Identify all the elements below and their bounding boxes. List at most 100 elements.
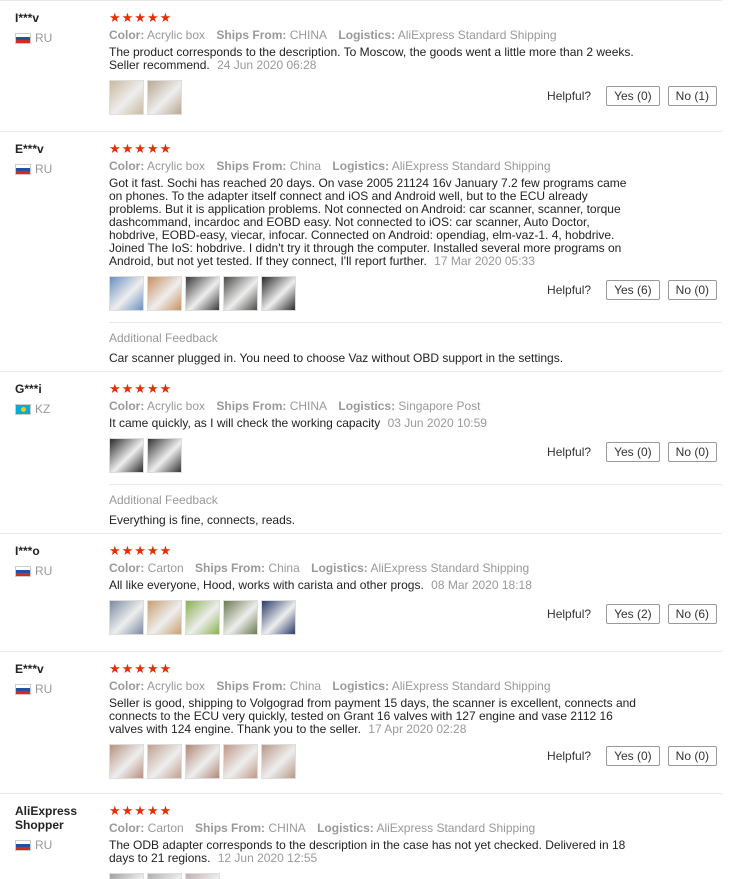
logistics-value: AliExpress Standard Shipping: [376, 821, 536, 835]
review-photo-thumbnail[interactable]: [185, 600, 220, 635]
review-text: The ODB adapter corresponds to the descr…: [109, 838, 626, 865]
logistics-label: Logistics:: [332, 679, 390, 693]
logistics-label: Logistics:: [311, 561, 368, 575]
review-photo-thumbnail[interactable]: [109, 80, 144, 115]
review-item: G***i KZ ★★★★★ Color: Acrylic box Ships …: [0, 372, 722, 534]
star-rating: ★★★★★: [109, 381, 173, 396]
reviewer-name: I***v: [15, 11, 40, 25]
review-text-block: The product corresponds to the descripti…: [109, 46, 639, 72]
ships-from-value: China: [289, 679, 322, 693]
helpful-label: Helpful?: [547, 89, 592, 103]
review-photo-thumbnail[interactable]: [185, 744, 220, 779]
color-value: Carton: [147, 821, 184, 835]
review-photo-thumbnail[interactable]: [109, 600, 144, 635]
helpful-yes-button[interactable]: Yes (0): [606, 746, 660, 766]
helpful-no-button[interactable]: No (6): [667, 604, 717, 624]
reviewer-country: RU: [15, 31, 95, 45]
helpful-no-button[interactable]: No (0): [667, 442, 717, 462]
review-photo-thumbnail[interactable]: [261, 744, 296, 779]
review-date: 08 Mar 2020 18:18: [431, 578, 532, 592]
review-photo-thumbnail[interactable]: [147, 438, 182, 473]
helpful-label: Helpful?: [547, 445, 592, 459]
helpful-yes-button[interactable]: Yes (2): [606, 604, 660, 624]
reviewer-country: RU: [15, 838, 95, 852]
helpful-yes-button[interactable]: Yes (0): [606, 86, 660, 106]
review-text-block: Seller is good, shipping to Volgograd fr…: [109, 697, 639, 736]
ships-from-label: Ships From:: [195, 561, 266, 575]
flag-ru-icon: [15, 163, 31, 175]
color-label: Color:: [109, 821, 145, 835]
helpful-yes-button[interactable]: Yes (0): [606, 442, 660, 462]
country-code: RU: [35, 162, 53, 176]
helpful-no-button[interactable]: No (0): [667, 280, 717, 300]
review-photo-thumbnail[interactable]: [223, 276, 258, 311]
reviewer-info: E***v RU: [15, 142, 95, 176]
ships-from-value: CHINA: [268, 821, 306, 835]
review-text-block: All like everyone, Hood, works with cari…: [109, 579, 639, 592]
logistics-value: AliExpress Standard Shipping: [370, 561, 530, 575]
flag-ru-icon: [15, 839, 31, 851]
review-photo-thumbnail[interactable]: [185, 873, 220, 879]
ships-from-label: Ships From:: [216, 399, 287, 413]
helpful-controls: Helpful? Yes (6) No (0): [547, 280, 717, 300]
helpful-controls: Helpful? Yes (0) No (0): [547, 442, 717, 462]
ships-from-value: China: [289, 159, 322, 173]
logistics-label: Logistics:: [332, 159, 390, 173]
logistics-value: AliExpress Standard Shipping: [391, 159, 551, 173]
helpful-controls: Helpful? Yes (2) No (6): [547, 604, 717, 624]
review-photo-thumbnail[interactable]: [223, 744, 258, 779]
review-text-block: The ODB adapter corresponds to the descr…: [109, 839, 639, 865]
review-meta: Color: Acrylic box Ships From: China Log…: [109, 679, 649, 693]
review-photo-thumbnail[interactable]: [109, 438, 144, 473]
flag-ru-icon: [15, 32, 31, 44]
review-photo-thumbnail[interactable]: [109, 744, 144, 779]
review-meta: Color: Carton Ships From: CHINA Logistic…: [109, 821, 649, 835]
review-text-block: Got it fast. Sochi has reached 20 days. …: [109, 177, 639, 268]
helpful-label: Helpful?: [547, 283, 592, 297]
review-text: It came quickly, as I will check the wor…: [109, 416, 381, 430]
logistics-label: Logistics:: [338, 28, 396, 42]
star-rating: ★★★★★: [109, 803, 173, 818]
ships-from-label: Ships From:: [216, 28, 287, 42]
ships-from-value: CHINA: [289, 399, 328, 413]
review-photo-thumbnail[interactable]: [147, 873, 182, 879]
color-value: Acrylic box: [147, 159, 206, 173]
star-rating: ★★★★★: [109, 543, 173, 558]
color-label: Color:: [109, 561, 145, 575]
review-meta: Color: Acrylic box Ships From: China Log…: [109, 159, 649, 173]
color-label: Color:: [109, 28, 145, 42]
review-meta: Color: Acrylic box Ships From: CHINA Log…: [109, 399, 649, 413]
review-photo-thumbnail[interactable]: [185, 276, 220, 311]
helpful-label: Helpful?: [547, 607, 592, 621]
star-rating: ★★★★★: [109, 10, 173, 25]
reviewer-name: AliExpress Shopper: [15, 804, 78, 832]
review-photo-thumbnail[interactable]: [261, 276, 296, 311]
review-photo-thumbnail[interactable]: [147, 80, 182, 115]
review-photo-thumbnail[interactable]: [147, 600, 182, 635]
review-text-block: It came quickly, as I will check the wor…: [109, 417, 639, 430]
review-photo-thumbnail[interactable]: [147, 276, 182, 311]
review-photo-thumbnail[interactable]: [261, 600, 296, 635]
star-rating: ★★★★★: [109, 661, 173, 676]
color-value: Carton: [147, 561, 184, 575]
review-text: The product corresponds to the descripti…: [109, 45, 634, 72]
helpful-no-button[interactable]: No (1): [667, 86, 717, 106]
review-photo-thumbnail[interactable]: [147, 744, 182, 779]
review-meta: Color: Acrylic box Ships From: CHINA Log…: [109, 28, 649, 42]
helpful-no-button[interactable]: No (0): [667, 746, 717, 766]
star-rating: ★★★★★: [109, 141, 173, 156]
review-item: AliExpress Shopper RU ★★★★★ Color: Carto…: [0, 794, 722, 879]
helpful-label: Helpful?: [547, 749, 592, 763]
reviewer-country: RU: [15, 162, 95, 176]
review-photo-thumbnail[interactable]: [109, 873, 144, 879]
color-value: Acrylic box: [147, 679, 206, 693]
reviewer-name: G***i: [15, 382, 42, 396]
additional-feedback-title: Additional Feedback: [109, 493, 218, 507]
additional-feedback: Additional Feedback Everything is fine, …: [109, 484, 722, 527]
helpful-yes-button[interactable]: Yes (6): [606, 280, 660, 300]
logistics-label: Logistics:: [338, 399, 396, 413]
review-photo-thumbnail[interactable]: [109, 276, 144, 311]
reviewer-country: RU: [15, 682, 95, 696]
country-code: RU: [35, 564, 53, 578]
review-photo-thumbnail[interactable]: [223, 600, 258, 635]
